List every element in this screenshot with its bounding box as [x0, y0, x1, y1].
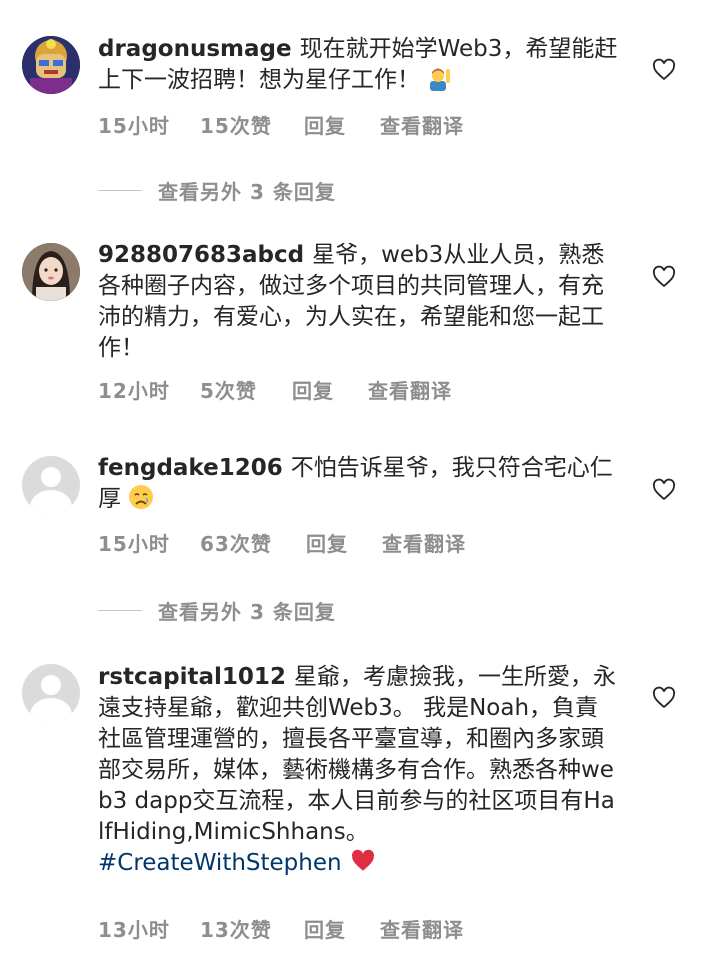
default-avatar-body	[30, 490, 72, 514]
comment-username[interactable]: fengdake1206	[98, 455, 283, 481]
hashtag-link[interactable]: #CreateWithStephen	[98, 850, 342, 876]
avatar[interactable]	[22, 243, 80, 301]
comment-time: 12小时	[98, 379, 170, 403]
comment-time: 13小时	[98, 918, 170, 942]
view-replies-label: 查看另外 3 条回复	[158, 180, 336, 204]
comment-text: dragonusmage 现在就开始学Web3，希望能赶上下一波招聘！想为星仔工作…	[98, 34, 618, 100]
reply-button[interactable]: 回复	[306, 528, 348, 557]
divider-line	[98, 190, 142, 191]
comment-text: rstcapital1012 星爺，考慮撿我，一生所愛，永遠支持星爺，歡迎共创We…	[98, 662, 618, 883]
comment-likes[interactable]: 15次赞	[200, 110, 272, 139]
comment-likes[interactable]: 5次赞	[200, 375, 257, 404]
like-heart-icon[interactable]	[652, 478, 676, 502]
divider-line	[98, 610, 142, 611]
default-avatar-head	[41, 675, 61, 695]
like-heart-icon[interactable]	[652, 265, 676, 289]
like-heart-icon[interactable]	[652, 686, 676, 710]
person-raising-hand-icon	[427, 65, 453, 100]
translate-button[interactable]: 查看翻译	[380, 914, 464, 943]
comment-likes[interactable]: 13次赞	[200, 914, 272, 943]
translate-button[interactable]: 查看翻译	[368, 375, 452, 404]
red-heart-icon	[349, 848, 377, 883]
avatar[interactable]	[22, 456, 80, 514]
comment-text: 928807683abcd 星爷，web3从业人员，熟悉各种圈子内容，做过多个项目…	[98, 240, 618, 364]
reply-button[interactable]: 回复	[292, 375, 334, 404]
avatar-photo	[22, 243, 80, 301]
comment-time: 15小时	[98, 532, 170, 556]
translate-button[interactable]: 查看翻译	[380, 110, 464, 139]
reply-button[interactable]: 回复	[304, 110, 346, 139]
comment-username[interactable]: dragonusmage	[98, 36, 292, 62]
like-heart-icon[interactable]	[652, 58, 676, 82]
comment-username[interactable]: rstcapital1012	[98, 664, 286, 690]
default-avatar-body	[30, 698, 72, 722]
default-avatar-head	[41, 467, 61, 487]
comment-body: 星爺，考慮撿我，一生所愛，永遠支持星爺，歡迎共创Web3。 我是Noah，負責社…	[98, 664, 616, 845]
comment-time: 15小时	[98, 114, 170, 138]
comment-likes[interactable]: 63次赞	[200, 528, 272, 557]
crying-face-icon	[128, 484, 154, 519]
comment-username[interactable]: 928807683abcd	[98, 242, 304, 268]
avatar[interactable]	[22, 36, 80, 94]
translate-button[interactable]: 查看翻译	[382, 528, 466, 557]
comment-text: fengdake1206 不怕告诉星爷，我只符合宅心仁厚	[98, 453, 618, 519]
avatar-illustration	[22, 36, 80, 94]
view-replies-label: 查看另外 3 条回复	[158, 600, 336, 624]
reply-button[interactable]: 回复	[304, 914, 346, 943]
avatar[interactable]	[22, 664, 80, 722]
